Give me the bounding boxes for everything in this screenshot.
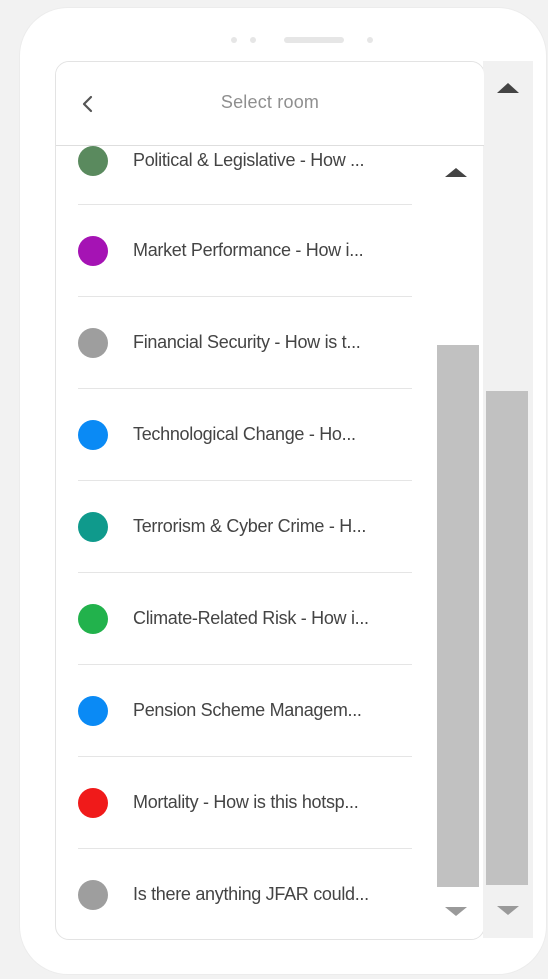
room-color-dot xyxy=(78,328,108,358)
room-color-dot xyxy=(78,420,108,450)
header-bar: Select room xyxy=(56,62,484,146)
room-label: Technological Change - Ho... xyxy=(133,424,356,444)
room-label: Financial Security - How is t... xyxy=(133,332,361,352)
room-list: Political & Legislative - How ... Market… xyxy=(78,146,412,939)
room-label: Is there anything JFAR could... xyxy=(133,884,369,904)
phone-sensor-dot xyxy=(367,37,373,43)
triangle-up-icon[interactable] xyxy=(445,168,467,177)
list-scrollbar[interactable] xyxy=(434,146,480,939)
room-list-item[interactable]: Terrorism & Cyber Crime - H... xyxy=(78,481,412,573)
room-label: Pension Scheme Managem... xyxy=(133,700,362,720)
room-color-dot xyxy=(78,880,108,910)
page-scrollbar[interactable] xyxy=(483,61,533,938)
room-color-dot xyxy=(78,696,108,726)
room-list-item[interactable]: Climate-Related Risk - How i... xyxy=(78,573,412,665)
room-label: Market Performance - How i... xyxy=(133,240,364,260)
room-color-dot xyxy=(78,236,108,266)
room-color-dot xyxy=(78,788,108,818)
room-color-dot xyxy=(78,146,108,176)
triangle-up-icon[interactable] xyxy=(497,83,519,93)
scrollbar-thumb[interactable] xyxy=(486,391,528,885)
room-color-dot xyxy=(78,604,108,634)
room-list-item[interactable]: Market Performance - How i... xyxy=(78,205,412,297)
room-label: Terrorism & Cyber Crime - H... xyxy=(133,516,367,536)
room-list-item[interactable]: Pension Scheme Managem... xyxy=(78,665,412,757)
room-list-item[interactable]: Political & Legislative - How ... xyxy=(78,146,412,205)
room-color-dot xyxy=(78,512,108,542)
room-list-item[interactable]: Technological Change - Ho... xyxy=(78,389,412,481)
phone-sensor-dot xyxy=(250,37,256,43)
page-title: Select room xyxy=(220,92,320,112)
phone-speaker xyxy=(284,37,344,43)
phone-camera-dot xyxy=(231,37,237,43)
room-list-item[interactable]: Is there anything JFAR could... xyxy=(78,849,412,939)
room-list-item[interactable]: Financial Security - How is t... xyxy=(78,297,412,389)
triangle-down-icon[interactable] xyxy=(445,907,467,916)
room-selector-screen: Select room Political & Legislative - Ho… xyxy=(55,61,485,940)
room-label: Political & Legislative - How ... xyxy=(133,150,365,170)
scrollbar-thumb[interactable] xyxy=(437,345,479,887)
room-label: Climate-Related Risk - How i... xyxy=(133,608,369,628)
room-label: Mortality - How is this hotsp... xyxy=(133,792,359,812)
triangle-down-icon[interactable] xyxy=(497,906,519,915)
room-list-item[interactable]: Mortality - How is this hotsp... xyxy=(78,757,412,849)
